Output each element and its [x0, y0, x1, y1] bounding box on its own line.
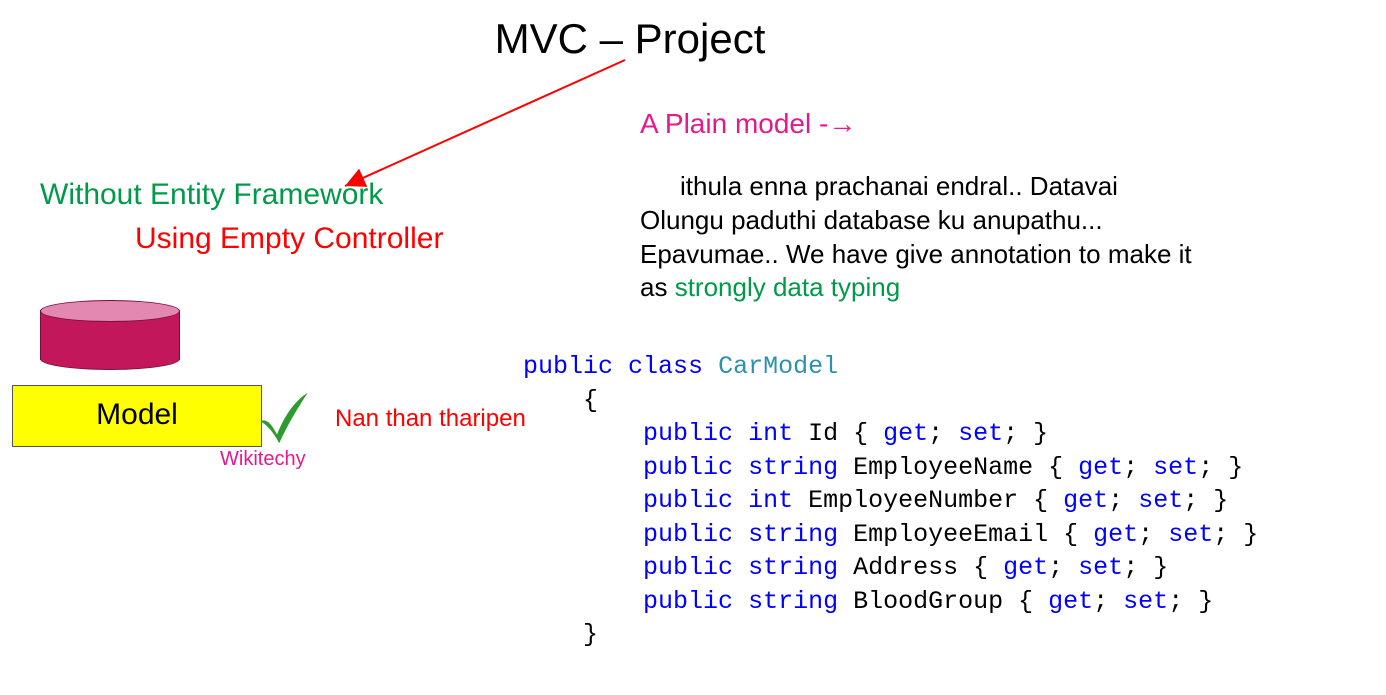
- right-arrow-glyph: →: [828, 108, 856, 139]
- strongly-typed-text: strongly data typing: [675, 272, 900, 302]
- prop-id: Id: [808, 419, 838, 448]
- without-ef-label: Without Entity Framework: [40, 178, 383, 212]
- prop-address: Address: [853, 553, 958, 582]
- checkmark-icon: [255, 388, 310, 448]
- code-block: public class CarModel { public int Id { …: [523, 350, 1258, 652]
- brace-open: {: [583, 386, 598, 415]
- model-box: Model: [12, 385, 262, 447]
- page-title: MVC – Project: [0, 15, 1260, 63]
- class-name: CarModel: [718, 352, 838, 381]
- prop-email: EmployeeEmail: [853, 520, 1048, 549]
- kw-class: class: [628, 352, 703, 381]
- explanation-paragraph: ithula enna prachanai endral.. Datavai O…: [640, 170, 1340, 305]
- wikitechy-watermark: Wikitechy: [220, 448, 306, 471]
- prop-number: EmployeeNumber: [808, 486, 1018, 515]
- kw-public: public: [523, 352, 613, 381]
- model-box-label: Model: [96, 398, 178, 431]
- nan-than-label: Nan than tharipen: [335, 405, 526, 433]
- para-line-1: ithula enna prachanai endral.. Datavai: [680, 171, 1118, 201]
- plain-model-heading: A Plain model -→: [640, 108, 856, 140]
- prop-name: EmployeeName: [853, 453, 1033, 482]
- para-line-3: Epavumae.. We have give annotation to ma…: [640, 239, 1192, 269]
- using-empty-controller-label: Using Empty Controller: [135, 222, 443, 256]
- para-line-4a: as: [640, 272, 675, 302]
- brace-close: }: [583, 620, 598, 649]
- para-line-2: Olungu paduthi database ku anupathu...: [640, 205, 1103, 235]
- prop-blood: BloodGroup: [853, 587, 1003, 616]
- database-icon: [40, 300, 180, 370]
- plain-model-text: A Plain model -: [640, 108, 828, 139]
